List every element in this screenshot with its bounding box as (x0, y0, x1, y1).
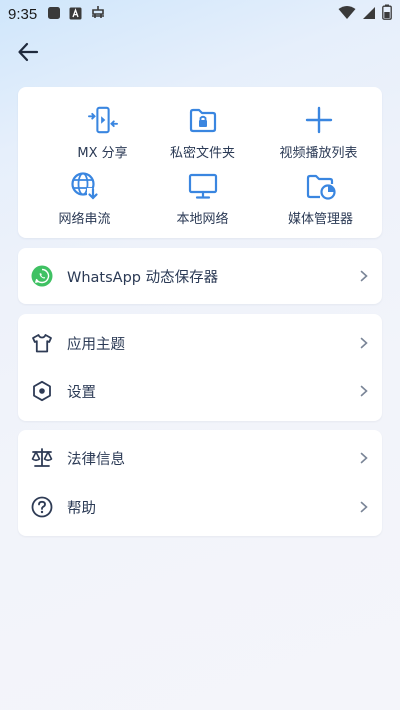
media-manager-button[interactable]: 媒体管理器 (260, 171, 381, 231)
grid-item-label: 网络串流 (58, 212, 111, 227)
legal-info-label: 法律信息 (67, 451, 125, 468)
help-circle-icon (30, 495, 54, 519)
network-stream-button[interactable]: 网络串流 (24, 171, 145, 231)
robot-icon (90, 4, 106, 24)
square-icon (47, 5, 61, 24)
quick-actions-card: MX 分享 私密文件夹 视频播放列表 网络串流 本地网络 媒体管理器 (18, 87, 382, 238)
local-network-button[interactable]: 本地网络 (142, 171, 263, 231)
arrow-left-icon (17, 41, 39, 67)
chevron-right-icon (358, 337, 370, 349)
grid-item-label: 媒体管理器 (287, 212, 353, 227)
legal-info-item[interactable]: 法律信息 (18, 434, 382, 482)
private-folder-icon (188, 105, 218, 135)
signal-icon (362, 5, 376, 24)
shirt-icon (30, 331, 54, 355)
chevron-right-icon (358, 501, 370, 513)
status-time: 9:35 (8, 5, 38, 23)
plus-icon (304, 105, 334, 135)
whatsapp-icon (30, 264, 54, 288)
grid-item-label: 视频播放列表 (279, 146, 358, 161)
chevron-right-icon (358, 452, 370, 464)
mx-share-icon (87, 105, 118, 135)
a-box-icon (69, 5, 82, 24)
grid-item-label: MX 分享 (77, 146, 128, 161)
grid-item-label: 私密文件夹 (169, 146, 235, 161)
whatsapp-label: WhatsApp 动态保存器 (67, 269, 219, 286)
battery-icon (382, 4, 392, 24)
chevron-right-icon (358, 270, 370, 282)
wifi-icon (338, 5, 356, 24)
info-card: 法律信息 帮助 (18, 430, 382, 536)
status-bar: 9:35 (0, 0, 400, 28)
settings-item[interactable]: 设置 (18, 367, 382, 415)
settings-label: 设置 (67, 384, 96, 401)
network-stream-icon (70, 171, 100, 201)
whatsapp-status-saver-item[interactable]: WhatsApp 动态保存器 (18, 252, 382, 300)
back-button[interactable] (14, 40, 42, 68)
private-folder-button[interactable]: 私密文件夹 (142, 105, 263, 165)
monitor-icon (188, 171, 218, 201)
video-playlist-button[interactable]: 视频播放列表 (258, 105, 379, 165)
chevron-right-icon (358, 385, 370, 397)
app-theme-item[interactable]: 应用主题 (18, 319, 382, 367)
app-theme-label: 应用主题 (67, 336, 125, 353)
grid-item-label: 本地网络 (176, 212, 229, 227)
media-manager-icon (306, 171, 336, 201)
preferences-card: 应用主题 设置 (18, 314, 382, 421)
hexagon-settings-icon (30, 379, 54, 403)
help-item[interactable]: 帮助 (18, 483, 382, 531)
whatsapp-card: WhatsApp 动态保存器 (18, 248, 382, 304)
help-label: 帮助 (67, 500, 96, 517)
scales-icon (30, 446, 54, 470)
